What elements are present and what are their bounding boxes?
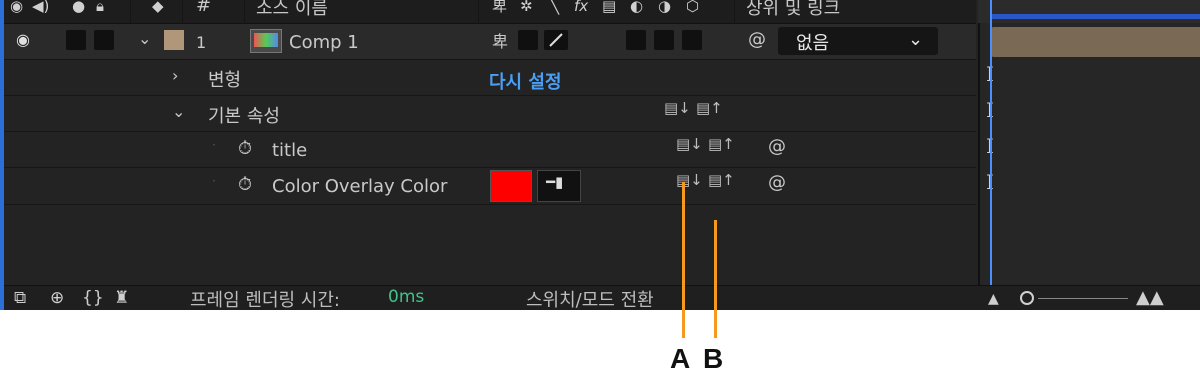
work-area-bar[interactable]	[992, 14, 1200, 19]
solo-icon[interactable]: ●	[72, 0, 85, 14]
eyedropper-icon: ━▮	[546, 173, 564, 191]
collapse-switch[interactable]	[518, 30, 538, 50]
annotation-line-a	[682, 182, 685, 338]
time-ruler[interactable]	[978, 0, 1200, 23]
eye-icon[interactable]: ◉	[10, 0, 23, 14]
layer-duration-bar[interactable]	[990, 27, 1200, 57]
frame-blend-icon[interactable]: ▤	[602, 0, 616, 14]
layer-number: 1	[196, 33, 207, 52]
effect-fx-icon[interactable]: fx	[574, 0, 588, 14]
keyframe-down-icon[interactable]: ▤↓	[664, 100, 691, 116]
graph-editor-icon[interactable]: ♜	[114, 288, 129, 308]
column-header: ◉ ◀) ● 🔒︎ ◆ # 소스 이름 卑 ✲ ╲ fx ▤ ◐ ◑ ⬡ 상위 …	[4, 0, 976, 24]
timeline-panel: ◉ ◀) ● 🔒︎ ◆ # 소스 이름 卑 ✲ ╲ fx ▤ ◐ ◑ ⬡ 상위 …	[0, 0, 1200, 310]
essential-properties-row[interactable]: ⌄ 기본 속성 ▤↓ ▤↑	[4, 96, 976, 132]
dot-marker: ·	[212, 138, 216, 152]
keyframe-down-icon[interactable]: ▤↓	[676, 172, 703, 188]
quality-icon[interactable]: ╲	[550, 0, 559, 14]
column-divider	[244, 0, 245, 24]
pickwhip-icon[interactable]: @	[768, 172, 786, 193]
zoom-slider-track[interactable]	[1038, 298, 1128, 299]
layer-switch-icon[interactable]: ⊕	[50, 288, 64, 308]
stopwatch-icon[interactable]: ⏱	[238, 174, 252, 195]
toggle-switches-modes[interactable]: 스위치/모드 전환	[526, 286, 654, 310]
column-source-name[interactable]: 소스 이름	[256, 0, 328, 20]
color-swatch[interactable]	[490, 170, 532, 202]
speaker-icon[interactable]: ◀)	[32, 0, 49, 14]
column-number: #	[196, 0, 212, 16]
layer-name[interactable]: Comp 1	[289, 32, 359, 53]
audio-switch[interactable]	[66, 30, 86, 50]
keyframe-up-icon[interactable]: ▤↑	[708, 172, 735, 188]
column-divider	[478, 0, 479, 24]
render-time-label: 프레임 렌더링 시간:	[190, 290, 340, 310]
pickwhip-icon[interactable]: @	[748, 29, 766, 50]
collapse-icon[interactable]: ✲	[520, 0, 533, 14]
3d-switch[interactable]	[682, 30, 702, 50]
keyframe-up-icon[interactable]: ▤↑	[708, 136, 735, 152]
parent-dropdown[interactable]: 없음 ⌄	[778, 27, 938, 55]
zoom-slider-knob[interactable]	[1020, 291, 1034, 305]
column-divider	[182, 0, 183, 24]
motion-blur-switch[interactable]	[626, 30, 646, 50]
3d-layer-icon[interactable]: ⬡	[686, 0, 699, 14]
chevron-down-icon[interactable]: ⌄	[172, 102, 185, 121]
adjustment-icon[interactable]: ◑	[658, 0, 671, 14]
lock-icon[interactable]: 🔒︎	[96, 0, 104, 14]
color-overlay-row[interactable]: · ⏱ Color Overlay Color ━▮ ▤↓ ▤↑ @	[4, 168, 976, 205]
stopwatch-icon[interactable]: ⏱	[238, 138, 252, 159]
title-property-row[interactable]: · ⏱ title ▤↓ ▤↑ @	[4, 132, 976, 168]
label-tag-icon[interactable]: ◆	[152, 0, 164, 14]
render-time-value: 0ms	[388, 287, 425, 307]
zoom-in-icon[interactable]: ▲▲	[1136, 287, 1164, 308]
dot-marker: ·	[212, 174, 216, 188]
annotation-label-b: B	[703, 343, 724, 374]
lock-switch[interactable]	[94, 30, 114, 50]
chevron-down-icon[interactable]: ⌄	[138, 29, 151, 48]
comp-thumbnail-icon	[250, 29, 282, 53]
motion-blur-icon[interactable]: ◐	[630, 0, 643, 14]
shy-switch-icon[interactable]: 卑	[492, 28, 508, 52]
column-parent-link[interactable]: 상위 및 링크	[746, 0, 840, 20]
keyframe-up-icon[interactable]: ▤↑	[696, 100, 723, 116]
braces-icon[interactable]: {}	[82, 288, 104, 308]
eyedropper-button[interactable]: ━▮	[537, 170, 581, 202]
transform-label: 변형	[208, 70, 242, 91]
adjustment-switch[interactable]	[654, 30, 674, 50]
column-divider	[130, 0, 131, 24]
visibility-eye-icon[interactable]: ◉	[16, 30, 30, 49]
annotation-label-a: A	[670, 343, 691, 374]
zoom-out-icon[interactable]: ▲	[988, 291, 999, 307]
transform-row[interactable]: › 변형 다시 설정	[4, 60, 976, 96]
current-time-indicator[interactable]	[990, 0, 992, 288]
label-color-swatch[interactable]	[164, 30, 184, 50]
chevron-right-icon[interactable]: ›	[172, 66, 178, 85]
reset-link[interactable]: 다시 설정	[489, 68, 562, 94]
comp-flowchart-icon[interactable]: ⧉	[14, 288, 26, 308]
essential-label: 기본 속성	[208, 106, 280, 127]
quality-switch[interactable]	[544, 30, 568, 50]
annotation-line-b	[714, 220, 717, 338]
pickwhip-icon[interactable]: @	[768, 136, 786, 157]
title-property-label: title	[272, 140, 308, 161]
shy-icon[interactable]: 卑	[492, 0, 507, 14]
keyframe-down-icon[interactable]: ▤↓	[676, 136, 703, 152]
parent-value: 없음	[796, 33, 830, 54]
column-divider	[734, 0, 735, 24]
color-overlay-label: Color Overlay Color	[272, 176, 448, 197]
dropdown-chevron-icon: ⌄	[908, 29, 924, 50]
layer-row[interactable]: ◉ ⌄ 1 Comp 1 卑 @ 없음 ⌄	[4, 24, 976, 60]
